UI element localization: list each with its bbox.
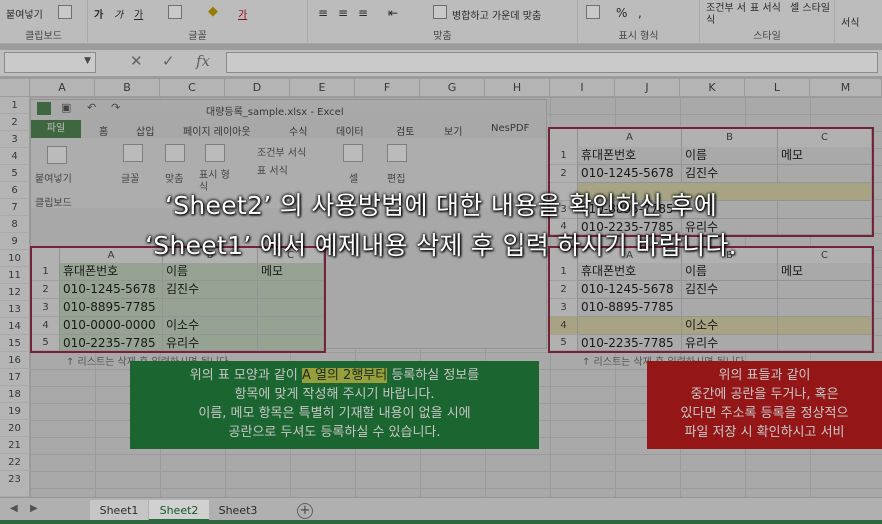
overlay-instruction-line1: ‘Sheet2’ 의 사용방법에 대한 내용을 확인하신 후에: [164, 191, 718, 220]
overlay-instruction-line2: ‘Sheet1’ 에서 예제내용 삭제 후 입력 하시기 바랍니다.: [145, 231, 737, 260]
dim-overlay: [0, 0, 882, 524]
